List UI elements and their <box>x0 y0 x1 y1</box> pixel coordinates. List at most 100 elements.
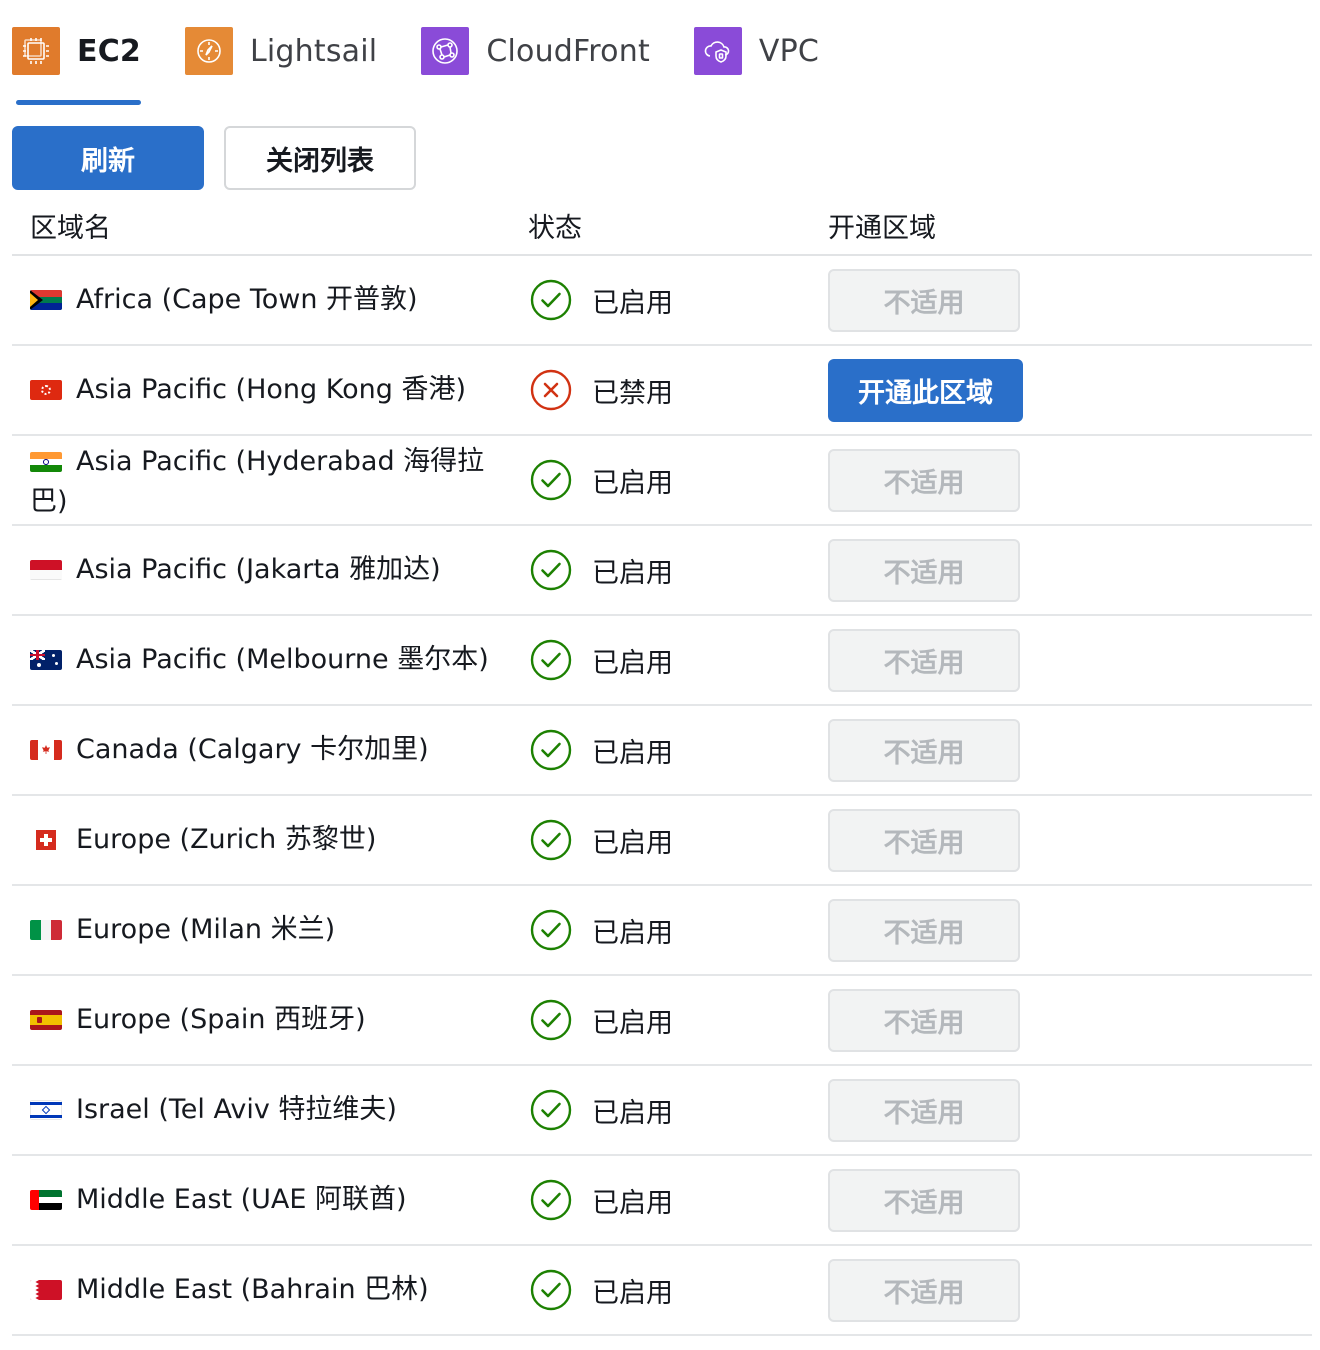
tab-vpc[interactable]: VPC <box>693 26 820 76</box>
action-label: 不适用 <box>883 918 965 949</box>
bahrain-flag <box>30 1280 62 1300</box>
tab-vpc-label: VPC <box>758 33 820 69</box>
status-text: 已启用 <box>592 1277 673 1309</box>
status-text: 已启用 <box>592 1007 673 1039</box>
vpc-cloud-shield-icon <box>693 27 742 75</box>
table-row: Middle East (UAE 阿联酋) 已启用 不适用 <box>12 1156 1312 1246</box>
table-row: Africa (Cape Town 开普敦) 已启用 不适用 <box>12 256 1312 346</box>
status-cell: 已禁用 <box>528 346 673 434</box>
service-tabs: EC2 Lightsail CloudFront VPC <box>12 26 863 105</box>
table-row: Canada (Calgary 卡尔加里) 已启用 不适用 <box>12 706 1312 796</box>
region-name: Asia Pacific (Hyderabad 海得拉巴) <box>30 446 485 517</box>
not-applicable-button: 不适用 <box>828 629 1020 692</box>
status-text: 已启用 <box>592 287 673 319</box>
header-action: 开通区域 <box>828 213 936 244</box>
action-label: 不适用 <box>883 648 965 679</box>
check-circle-icon <box>530 909 572 951</box>
check-circle-icon <box>530 819 572 861</box>
action-label: 开通此区域 <box>858 378 993 409</box>
check-circle-icon <box>530 639 572 681</box>
not-applicable-button: 不适用 <box>828 809 1020 872</box>
region-cell: Middle East (UAE 阿联酋) <box>30 1156 500 1244</box>
close-list-button[interactable]: 关闭列表 <box>224 126 416 190</box>
not-applicable-button: 不适用 <box>828 1259 1020 1322</box>
table-row: Asia Pacific (Melbourne 墨尔本) 已启用 不适用 <box>12 616 1312 706</box>
enable-region-button[interactable]: 开通此区域 <box>828 359 1023 422</box>
spain-flag <box>30 1010 62 1030</box>
check-circle-icon <box>530 999 572 1041</box>
region-cell: Middle East (Bahrain 巴林) <box>30 1246 500 1334</box>
uae-flag <box>30 1190 62 1210</box>
table-row: Asia Pacific (Hong Kong 香港) 已禁用 开通此区域 <box>12 346 1312 436</box>
canada-flag <box>30 740 62 760</box>
region-cell: Canada (Calgary 卡尔加里) <box>30 706 500 794</box>
tab-ec2-label: EC2 <box>77 33 141 69</box>
check-circle-icon <box>530 1179 572 1221</box>
status-text: 已启用 <box>592 827 673 859</box>
action-label: 不适用 <box>883 828 965 859</box>
status-cell: 已启用 <box>528 1246 673 1334</box>
switzerland-flag <box>30 830 62 850</box>
table-row: Asia Pacific (Hyderabad 海得拉巴) 已启用 不适用 <box>12 436 1312 526</box>
region-cell: Africa (Cape Town 开普敦) <box>30 256 500 344</box>
region-text: Europe (Milan 米兰) <box>30 910 335 950</box>
status-cell: 已启用 <box>528 1156 673 1244</box>
not-applicable-button: 不适用 <box>828 989 1020 1052</box>
header-status: 状态 <box>528 213 582 244</box>
table-header: 区域名 状态 开通区域 <box>12 194 1312 256</box>
region-cell: Asia Pacific (Melbourne 墨尔本) <box>30 616 500 704</box>
region-cell: Asia Pacific (Jakarta 雅加达) <box>30 526 500 614</box>
table-row: Middle East (Bahrain 巴林) 已启用 不适用 <box>12 1246 1312 1336</box>
status-text: 已禁用 <box>592 377 673 409</box>
region-text: Africa (Cape Town 开普敦) <box>30 280 418 320</box>
check-circle-icon <box>530 729 572 771</box>
status-cell: 已启用 <box>528 796 673 884</box>
status-cell: 已启用 <box>528 886 673 974</box>
check-circle-icon <box>530 459 572 501</box>
action-label: 不适用 <box>883 738 965 769</box>
status-text: 已启用 <box>592 557 673 589</box>
status-cell: 已启用 <box>528 976 673 1064</box>
region-name: Asia Pacific (Jakarta 雅加达) <box>76 554 441 585</box>
hong-kong-flag <box>30 380 62 400</box>
region-name: Asia Pacific (Melbourne 墨尔本) <box>76 644 489 675</box>
australia-flag <box>30 650 62 670</box>
south-africa-flag <box>30 290 62 310</box>
action-label: 不适用 <box>883 1188 965 1219</box>
refresh-button[interactable]: 刷新 <box>12 126 204 190</box>
action-label: 不适用 <box>883 1008 965 1039</box>
close-list-button-label: 关闭列表 <box>266 145 374 177</box>
status-text: 已启用 <box>592 1097 673 1129</box>
status-text: 已启用 <box>592 1187 673 1219</box>
region-text: Europe (Spain 西班牙) <box>30 1000 366 1040</box>
region-cell: Europe (Spain 西班牙) <box>30 976 500 1064</box>
region-cell: Europe (Zurich 苏黎世) <box>30 796 500 884</box>
not-applicable-button: 不适用 <box>828 269 1020 332</box>
region-cell: Asia Pacific (Hong Kong 香港) <box>30 346 500 434</box>
tab-ec2[interactable]: EC2 <box>12 26 141 105</box>
region-text: Europe (Zurich 苏黎世) <box>30 820 376 860</box>
table-body: Africa (Cape Town 开普敦) 已启用 不适用 Asia Pacific… <box>12 256 1312 1336</box>
lightsail-compass-icon <box>184 27 233 75</box>
ec2-chip-icon <box>12 27 60 75</box>
india-flag <box>30 452 62 472</box>
table-row: Asia Pacific (Jakarta 雅加达) 已启用 不适用 <box>12 526 1312 616</box>
status-cell: 已启用 <box>528 526 673 614</box>
region-text: Canada (Calgary 卡尔加里) <box>30 730 429 770</box>
region-table: 区域名 状态 开通区域 Africa (Cape Town 开普敦) 已启用 不适用… <box>12 194 1312 1336</box>
status-text: 已启用 <box>592 917 673 949</box>
region-text: Middle East (Bahrain 巴林) <box>30 1270 429 1310</box>
region-cell: Israel (Tel Aviv 特拉维夫) <box>30 1066 500 1154</box>
italy-flag <box>30 920 62 940</box>
region-text: Asia Pacific (Melbourne 墨尔本) <box>30 640 489 680</box>
status-cell: 已启用 <box>528 616 673 704</box>
israel-flag <box>30 1100 62 1120</box>
check-circle-icon <box>530 1269 572 1311</box>
region-name: Canada (Calgary 卡尔加里) <box>76 734 429 765</box>
action-label: 不适用 <box>883 1098 965 1129</box>
region-text: Asia Pacific (Jakarta 雅加达) <box>30 550 441 590</box>
tab-lightsail[interactable]: Lightsail <box>184 26 377 76</box>
status-text: 已启用 <box>592 467 673 499</box>
tab-cloudfront[interactable]: CloudFront <box>421 26 650 76</box>
check-circle-icon <box>530 279 572 321</box>
